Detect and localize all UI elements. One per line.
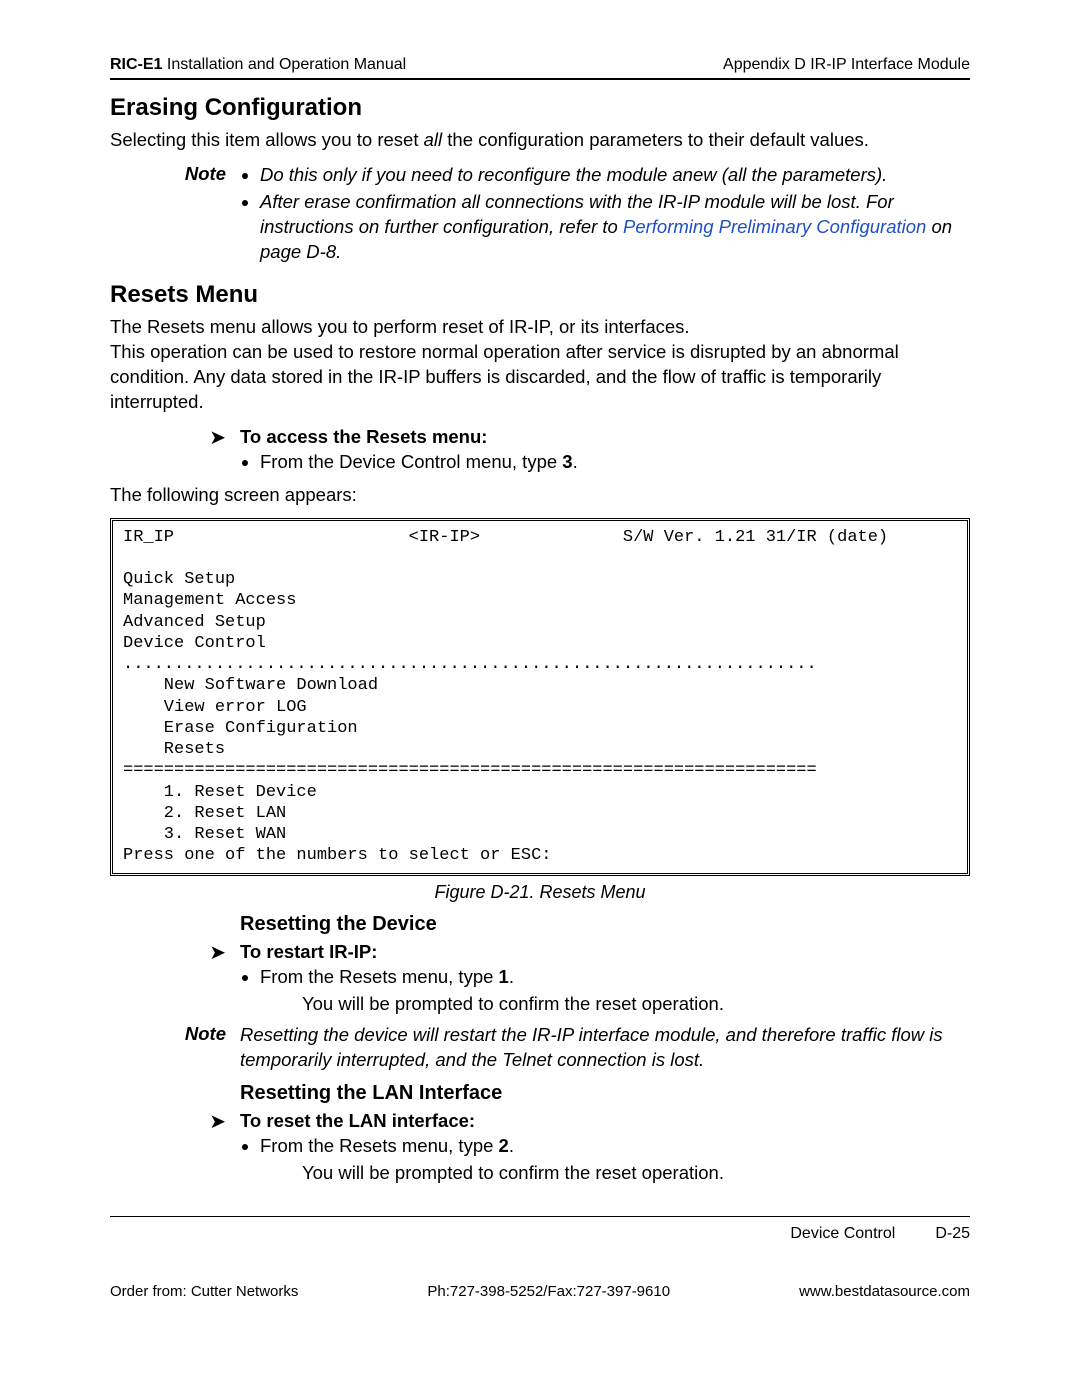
proc-access-step-b: 3 xyxy=(562,451,572,472)
print-footer-mid: Ph:727-398-5252/Fax:727-397-9610 xyxy=(427,1283,670,1300)
manual-prefix: RIC-E1 xyxy=(110,56,162,73)
sub1-title: Resetting the Device xyxy=(240,913,970,936)
sub1-after: You will be prompted to confirm the rese… xyxy=(302,992,970,1017)
section2-para: The Resets menu allows you to perform re… xyxy=(110,315,970,415)
section-erasing-title: Erasing Configuration xyxy=(110,94,970,122)
note-1-body: Do this only if you need to reconfigure … xyxy=(240,163,970,267)
note-1-label: Note xyxy=(110,163,240,267)
section1-para-a: Selecting this item allows you to reset xyxy=(110,129,424,150)
proc-reset-lan-body: To reset the LAN interface: From the Res… xyxy=(240,1109,970,1186)
proc-reset-lan-title: To reset the LAN interface: xyxy=(240,1109,970,1134)
proc-reset-lan: ➤ To reset the LAN interface: From the R… xyxy=(110,1109,970,1186)
figure-caption: Figure D-21. Resets Menu xyxy=(110,882,970,903)
note1-b2-link[interactable]: Performing Preliminary Configuration xyxy=(623,216,926,237)
note1-bullet2: After erase confirmation all connections… xyxy=(260,190,970,265)
proc-reset-lan-step: From the Resets menu, type 2. xyxy=(260,1134,970,1159)
page-header: RIC-E1 Installation and Operation Manual… xyxy=(110,56,970,80)
terminal-screen: IR_IP <IR-IP> S/W Ver. 1.21 31/IR (date)… xyxy=(110,518,970,876)
proc-restart: ➤ To restart IR-IP: From the Resets menu… xyxy=(110,940,970,1017)
manual-rest: Installation and Operation Manual xyxy=(162,56,406,73)
note-2-body: Resetting the device will restart the IR… xyxy=(240,1023,970,1073)
proc-access-resets-body: To access the Resets menu: From the Devi… xyxy=(240,425,970,477)
proc-access-step-c: . xyxy=(573,451,578,472)
proc-access-step: From the Device Control menu, type 3. xyxy=(260,450,970,475)
arrow-icon: ➤ xyxy=(110,425,240,452)
arrow-icon: ➤ xyxy=(110,1109,240,1136)
page: RIC-E1 Installation and Operation Manual… xyxy=(0,0,1080,1397)
section-resets-title: Resets Menu xyxy=(110,281,970,309)
footer: Device Control D-25 xyxy=(110,1216,970,1243)
sub2-title: Resetting the LAN Interface xyxy=(240,1082,970,1105)
print-footer-right: www.bestdatasource.com xyxy=(799,1283,970,1300)
note-2: Note Resetting the device will restart t… xyxy=(110,1023,970,1073)
sub1-step-a: From the Resets menu, type xyxy=(260,966,499,987)
sub1-step-b: 1 xyxy=(499,966,509,987)
section1-para-c: the configuration parameters to their de… xyxy=(442,129,869,150)
note-1: Note Do this only if you need to reconfi… xyxy=(110,163,970,267)
sub1-step-c: . xyxy=(509,966,514,987)
sub2-step-a: From the Resets menu, type xyxy=(260,1135,499,1156)
proc-restart-title: To restart IR-IP: xyxy=(240,940,970,965)
sub2-step-b: 2 xyxy=(499,1135,509,1156)
note1-bullet1: Do this only if you need to reconfigure … xyxy=(260,163,970,188)
proc-access-step-a: From the Device Control menu, type xyxy=(260,451,562,472)
footer-page: D-25 xyxy=(935,1225,970,1243)
section1-para: Selecting this item allows you to reset … xyxy=(110,128,970,153)
print-footer-left: Order from: Cutter Networks xyxy=(110,1283,298,1300)
arrow-icon: ➤ xyxy=(110,940,240,967)
header-left: RIC-E1 Installation and Operation Manual xyxy=(110,56,406,74)
note-2-label: Note xyxy=(110,1023,240,1073)
sub2-after: You will be prompted to confirm the rese… xyxy=(302,1161,970,1186)
footer-section: Device Control xyxy=(790,1225,895,1243)
section1-para-italic: all xyxy=(424,129,443,150)
proc-access-resets-title: To access the Resets menu: xyxy=(240,425,970,450)
proc-restart-step: From the Resets menu, type 1. xyxy=(260,965,970,990)
sub2-step-c: . xyxy=(509,1135,514,1156)
proc-access-resets: ➤ To access the Resets menu: From the De… xyxy=(110,425,970,477)
header-right: Appendix D IR-IP Interface Module xyxy=(723,56,970,74)
proc-after-text: The following screen appears: xyxy=(110,483,970,508)
print-footer: Order from: Cutter Networks Ph:727-398-5… xyxy=(110,1283,970,1300)
proc-restart-body: To restart IR-IP: From the Resets menu, … xyxy=(240,940,970,1017)
